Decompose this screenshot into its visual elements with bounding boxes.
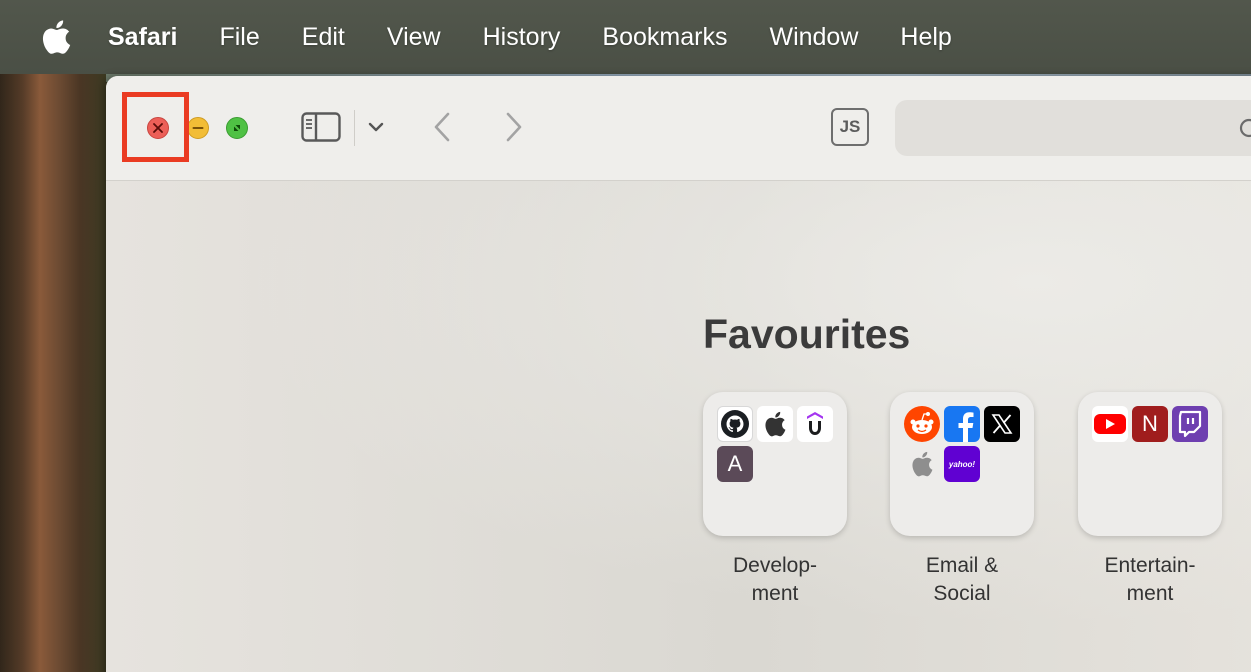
netflix-letter: N xyxy=(1142,411,1158,436)
chevron-down-icon[interactable] xyxy=(365,116,387,138)
apple-icon xyxy=(904,446,940,482)
folder-tile[interactable]: yahoo! xyxy=(890,392,1034,536)
favourites-folder-email-social[interactable]: yahoo! Email & Social xyxy=(890,392,1034,608)
fullscreen-button[interactable] xyxy=(226,117,248,139)
facebook-icon xyxy=(944,406,980,442)
toolbar: JS xyxy=(106,76,1251,181)
javascript-extension-button[interactable]: JS xyxy=(831,108,869,146)
menu-history[interactable]: History xyxy=(483,23,561,52)
menu-edit[interactable]: Edit xyxy=(302,23,345,52)
reddit-icon xyxy=(904,406,940,442)
address-bar[interactable] xyxy=(895,100,1251,156)
menu-help[interactable]: Help xyxy=(900,23,951,52)
a-letter-icon: A xyxy=(717,446,753,482)
start-page: Favourites A Develop- ment yahoo! Email … xyxy=(106,181,1251,672)
menu-bookmarks[interactable]: Bookmarks xyxy=(602,23,727,52)
js-label: JS xyxy=(839,117,861,136)
fullscreen-icon xyxy=(234,125,240,131)
caption-line-1: Email & xyxy=(925,554,999,577)
minimize-button[interactable] xyxy=(187,117,209,139)
caption-line-1: Develop- xyxy=(732,554,818,577)
menu-window[interactable]: Window xyxy=(769,23,858,52)
twitch-icon xyxy=(1172,406,1208,442)
folder-caption: Develop- ment xyxy=(703,552,847,608)
netflix-icon: N xyxy=(1132,406,1168,442)
udemy-icon xyxy=(797,406,833,442)
folder-caption: Entertain- ment xyxy=(1078,552,1222,608)
youtube-icon xyxy=(1092,406,1128,442)
caption-line-2: ment xyxy=(751,582,799,605)
caption-line-1: Entertain- xyxy=(1104,554,1196,577)
toolbar-divider xyxy=(354,110,355,146)
address-input[interactable] xyxy=(895,100,1251,156)
folder-tile[interactable]: N xyxy=(1078,392,1222,536)
apple-logo-icon[interactable] xyxy=(36,0,76,74)
yahoo-text: yahoo! xyxy=(948,459,976,469)
favourites-heading: Favourites xyxy=(703,311,911,357)
menu-view[interactable]: View xyxy=(387,23,441,52)
github-icon xyxy=(717,406,753,442)
caption-line-2: Social xyxy=(933,582,991,605)
menu-bar: Safari File Edit View History Bookmarks … xyxy=(0,0,1251,74)
folder-tile[interactable]: A xyxy=(703,392,847,536)
a-letter: A xyxy=(727,451,743,476)
favourites-folder-entertainment[interactable]: N Entertain- ment xyxy=(1078,392,1222,608)
apple-icon xyxy=(757,406,793,442)
minimize-icon xyxy=(192,127,204,129)
safari-window: JS Favourites A Develop- ment yahoo! Ema… xyxy=(106,76,1251,672)
yahoo-icon: yahoo! xyxy=(944,446,980,482)
folder-caption: Email & Social xyxy=(890,552,1034,608)
favourites-folder-development[interactable]: A Develop- ment xyxy=(703,392,847,608)
x-icon xyxy=(984,406,1020,442)
forward-icon[interactable] xyxy=(502,110,526,144)
back-icon[interactable] xyxy=(430,110,454,144)
menu-app-safari[interactable]: Safari xyxy=(108,23,177,52)
sidebar-icon[interactable] xyxy=(301,110,341,144)
close-button-highlight xyxy=(122,92,189,162)
caption-line-2: ment xyxy=(1126,582,1174,605)
menu-file[interactable]: File xyxy=(219,23,259,52)
search-icon xyxy=(1239,118,1251,147)
